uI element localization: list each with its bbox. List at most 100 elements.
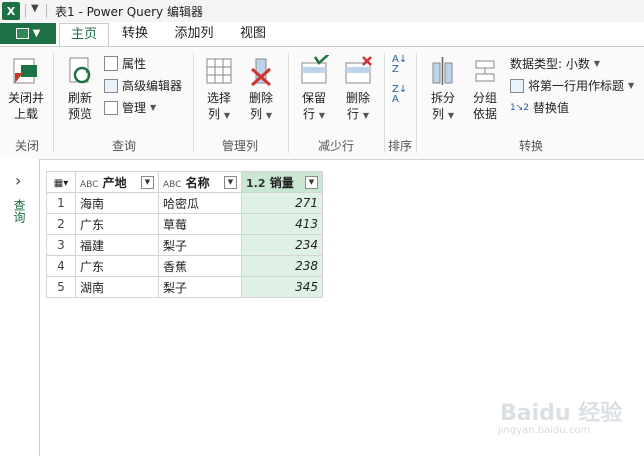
separator bbox=[384, 53, 385, 153]
row-number: 3 bbox=[46, 234, 76, 256]
cell-name[interactable]: 梨子 bbox=[158, 276, 242, 298]
data-preview-table: ▦▾ ABC 产地 ▼ ABC 名称 ▼ 1.2 销量 ▼ 1 海南 哈密瓜 2… bbox=[46, 171, 323, 298]
split-column-icon bbox=[432, 57, 453, 85]
queries-pane-label[interactable]: 查询 bbox=[11, 199, 28, 223]
group-label-query: 查询 bbox=[111, 139, 136, 153]
column-name: 销量 bbox=[269, 175, 294, 190]
cell-origin[interactable]: 湖南 bbox=[75, 276, 159, 298]
cell-sales[interactable]: 234 bbox=[241, 234, 323, 256]
keep-rows-label: 保留 行 ▼ bbox=[301, 91, 326, 121]
keep-rows-icon bbox=[301, 55, 329, 84]
remove-rows-icon bbox=[345, 56, 372, 84]
group-label-reduce-rows: 减少行 bbox=[317, 139, 354, 153]
column-header-sales[interactable]: 1.2 销量 ▼ bbox=[241, 171, 323, 193]
tab-view[interactable]: 视图 bbox=[233, 23, 273, 45]
table-row: 4 广东 香蕉 238 bbox=[46, 255, 323, 277]
cell-name[interactable]: 草莓 bbox=[158, 213, 242, 235]
remove-rows-button[interactable]: 删除 行 ▼ bbox=[338, 55, 378, 124]
use-first-row-label: 将第一行用作标题 bbox=[528, 79, 625, 93]
split-column-button[interactable]: 拆分 列 ▼ bbox=[424, 55, 462, 124]
cell-sales[interactable]: 345 bbox=[241, 276, 323, 298]
properties-icon bbox=[104, 56, 118, 71]
filter-dropdown-icon[interactable]: ▼ bbox=[224, 175, 237, 189]
filter-dropdown-icon[interactable]: ▼ bbox=[305, 175, 318, 189]
refresh-icon bbox=[69, 57, 91, 84]
cell-name[interactable]: 香蕉 bbox=[158, 255, 242, 277]
row-number: 4 bbox=[46, 255, 76, 277]
replace-values-button[interactable]: 1↘2 替换值 bbox=[510, 99, 569, 116]
column-name: 产地 bbox=[102, 175, 127, 190]
manage-icon bbox=[104, 100, 118, 115]
cell-sales[interactable]: 271 bbox=[241, 192, 323, 214]
tab-transform[interactable]: 转换 bbox=[115, 23, 155, 45]
cell-sales[interactable]: 238 bbox=[241, 255, 323, 277]
expand-chevron-icon[interactable]: › bbox=[15, 171, 21, 190]
chevron-down-icon: ▼ bbox=[32, 28, 41, 39]
cell-origin[interactable]: 海南 bbox=[75, 192, 159, 214]
cell-sales[interactable]: 413 bbox=[241, 213, 323, 235]
watermark-logo: Baidu 经验 bbox=[500, 401, 623, 426]
refresh-preview-label: 刷新 预览 bbox=[67, 91, 92, 121]
table-header-row: ▦▾ ABC 产地 ▼ ABC 名称 ▼ 1.2 销量 ▼ bbox=[46, 171, 323, 193]
file-button[interactable]: ▼ bbox=[0, 23, 56, 44]
table-row: 1 海南 哈密瓜 271 bbox=[46, 192, 323, 214]
column-header-origin[interactable]: ABC 产地 ▼ bbox=[75, 171, 159, 193]
close-and-load-button[interactable]: 关闭并 上载 bbox=[4, 55, 48, 122]
ribbon: 关闭并 上载 关闭 刷新 预览 属性 高级编辑器 管理 ▼ 查询 选择 列 ▼ … bbox=[0, 46, 644, 160]
table-menu-button[interactable]: ▦▾ bbox=[46, 171, 76, 193]
separator bbox=[193, 53, 194, 153]
chevron-down-icon: ▼ bbox=[628, 81, 635, 90]
ribbon-tabs: ▼ 主页 转换 添加列 视图 bbox=[0, 22, 644, 47]
column-name: 名称 bbox=[185, 175, 210, 190]
refresh-preview-button[interactable]: 刷新 预览 bbox=[60, 55, 100, 122]
title-bar: X ▼ 表1 - Power Query 编辑器 bbox=[0, 0, 644, 23]
manage-button[interactable]: 管理 ▼ bbox=[104, 99, 156, 116]
separator bbox=[416, 53, 417, 153]
group-label-sort: 排序 bbox=[387, 139, 412, 153]
data-type-dropdown[interactable]: 数据类型: 小数 ▼ bbox=[510, 55, 600, 72]
cell-origin[interactable]: 福建 bbox=[75, 234, 159, 256]
remove-columns-icon bbox=[251, 58, 271, 87]
table-row: 2 广东 草莓 413 bbox=[46, 213, 323, 235]
choose-columns-button[interactable]: 选择 列 ▼ bbox=[200, 55, 238, 124]
group-by-icon bbox=[475, 60, 495, 82]
advanced-editor-label: 高级编辑器 bbox=[122, 79, 183, 93]
cell-name[interactable]: 梨子 bbox=[158, 234, 242, 256]
chevron-down-icon: ▼ bbox=[593, 59, 601, 68]
remove-columns-button[interactable]: 删除 列 ▼ bbox=[242, 55, 280, 124]
remove-columns-label: 删除 列 ▼ bbox=[248, 91, 273, 121]
separator bbox=[288, 53, 289, 153]
remove-rows-label: 删除 行 ▼ bbox=[345, 91, 370, 121]
separator bbox=[53, 53, 54, 153]
sort-ascending-icon[interactable]: A↓ Z bbox=[392, 55, 407, 75]
row-number: 5 bbox=[46, 276, 76, 298]
text-type-icon[interactable]: ABC bbox=[80, 180, 98, 190]
filter-dropdown-icon[interactable]: ▼ bbox=[141, 175, 154, 189]
replace-values-icon: 1↘2 bbox=[510, 102, 529, 113]
group-by-button[interactable]: 分组 依据 bbox=[466, 55, 504, 122]
properties-button[interactable]: 属性 bbox=[104, 55, 146, 72]
close-and-load-label: 关闭并 上载 bbox=[7, 91, 44, 121]
use-first-row-as-headers-button[interactable]: 将第一行用作标题 ▼ bbox=[510, 77, 634, 94]
cell-name[interactable]: 哈密瓜 bbox=[158, 192, 242, 214]
tab-home[interactable]: 主页 bbox=[59, 23, 109, 47]
table-row: 3 福建 梨子 234 bbox=[46, 234, 323, 256]
advanced-editor-button[interactable]: 高级编辑器 bbox=[104, 77, 182, 94]
cell-origin[interactable]: 广东 bbox=[75, 213, 159, 235]
choose-columns-icon bbox=[206, 58, 232, 84]
manage-label: 管理 bbox=[122, 101, 147, 115]
table-header-icon bbox=[510, 78, 524, 93]
chevron-down-icon: ▼ bbox=[150, 103, 157, 112]
text-type-icon[interactable]: ABC bbox=[163, 180, 181, 190]
column-header-name[interactable]: ABC 名称 ▼ bbox=[158, 171, 242, 193]
advanced-editor-icon bbox=[104, 78, 118, 93]
decimal-type-icon[interactable]: 1.2 bbox=[246, 177, 266, 190]
keep-rows-button[interactable]: 保留 行 ▼ bbox=[294, 55, 334, 124]
cell-origin[interactable]: 广东 bbox=[75, 255, 159, 277]
row-number: 1 bbox=[46, 192, 76, 214]
sort-descending-icon[interactable]: Z↓ A bbox=[392, 85, 407, 105]
quick-access-dropdown-icon[interactable]: ▼ bbox=[31, 3, 39, 14]
tab-add-column[interactable]: 添加列 bbox=[168, 23, 220, 45]
table-row: 5 湖南 梨子 345 bbox=[46, 276, 323, 298]
table-icon: ▦▾ bbox=[53, 178, 69, 189]
